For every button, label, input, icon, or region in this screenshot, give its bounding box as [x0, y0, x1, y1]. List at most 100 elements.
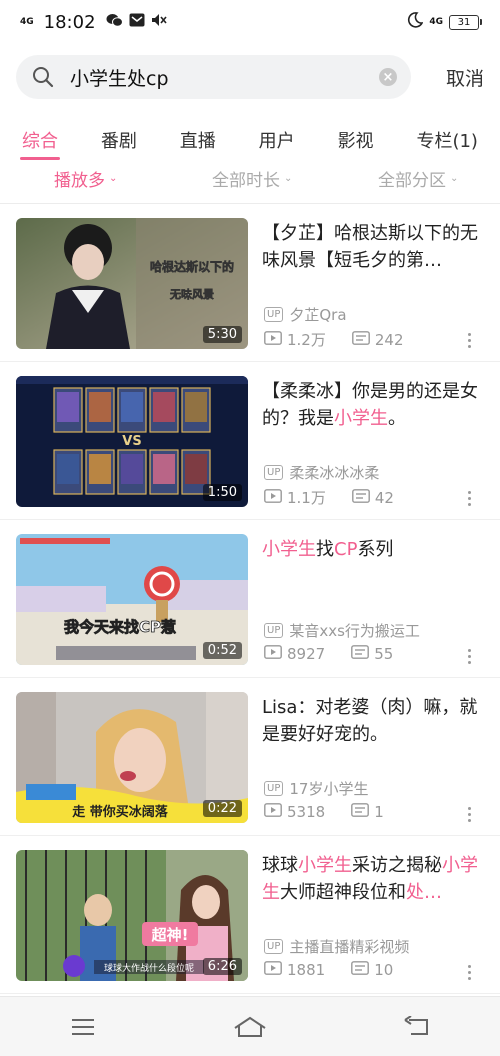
- chevron-down-icon: ⌄: [109, 172, 118, 184]
- danmaku-count: 55: [374, 645, 394, 663]
- play-count-icon: [264, 645, 282, 663]
- thumb-caption: 我今天来找CP惹: [64, 618, 176, 636]
- tab-anime[interactable]: 番剧: [99, 118, 139, 162]
- list-item[interactable]: VS 1:50 【柔柔冰】你是男的还是女的？我是小学生。 UP 柔柔冰冰冰柔 1…: [0, 362, 500, 520]
- video-duration: 5:30: [202, 326, 242, 343]
- danmaku-count: 10: [374, 961, 394, 979]
- menu-icon[interactable]: [53, 1007, 113, 1047]
- video-duration: 0:22: [202, 800, 242, 817]
- video-duration: 1:50: [202, 484, 242, 501]
- uploader-row[interactable]: UP 17岁小学生: [264, 778, 368, 799]
- video-duration: 0:52: [202, 642, 242, 659]
- stats-row: 5318 1: [264, 803, 484, 821]
- play-count: 8927: [287, 645, 326, 663]
- more-options-icon[interactable]: [468, 807, 472, 822]
- uploader-name: 某音xxs行为搬运工: [289, 622, 420, 640]
- tab-general[interactable]: 综合: [20, 118, 60, 162]
- cancel-button[interactable]: 取消: [446, 64, 484, 91]
- thumb-caption: VS: [122, 434, 141, 449]
- danmaku-icon: [351, 488, 370, 507]
- search-query[interactable]: 小学生处cp: [70, 64, 379, 91]
- chevron-down-icon: ⌄: [450, 172, 459, 184]
- uploader-row[interactable]: UP 柔柔冰冰冰柔: [264, 462, 379, 483]
- message-icon: [129, 13, 145, 31]
- play-count: 1.1万: [287, 489, 326, 507]
- up-badge-icon: UP: [264, 623, 284, 638]
- battery-level: 31: [449, 14, 479, 30]
- play-count-icon: [264, 488, 282, 507]
- danmaku-count: 42: [374, 488, 394, 507]
- play-count-icon: [264, 803, 282, 821]
- thumb-caption: 超神!: [151, 926, 189, 944]
- tab-live[interactable]: 直播: [178, 118, 218, 162]
- play-count-icon: [264, 961, 282, 979]
- network-indicator-left: 4G: [20, 16, 34, 27]
- thumb-caption: 走 带你买冰阔落: [72, 804, 169, 820]
- more-options-icon[interactable]: [468, 333, 472, 348]
- system-nav-bar: [0, 996, 500, 1056]
- filter-label: 播放多: [54, 170, 105, 191]
- more-options-icon[interactable]: [468, 491, 472, 506]
- video-thumbnail[interactable]: 走 带你买冰阔落 0:22: [16, 692, 248, 823]
- danmaku-count: 1: [374, 803, 384, 821]
- stats-row: 1881 10: [264, 961, 484, 979]
- search-input[interactable]: 小学生处cp ×: [16, 55, 411, 99]
- video-title[interactable]: 小学生找CP系列: [262, 536, 484, 563]
- video-thumbnail[interactable]: VS 1:50: [16, 376, 248, 507]
- danmaku-icon: [351, 330, 370, 349]
- danmaku-icon: [351, 645, 370, 663]
- video-title[interactable]: 球球小学生采访之揭秘小学生大师超神段位和处…: [262, 852, 484, 906]
- play-count: 1881: [287, 961, 326, 979]
- video-thumbnail[interactable]: 哈根达斯以下的 无味风景 5:30: [16, 218, 248, 349]
- network-indicator-right: 4G: [429, 16, 443, 27]
- up-badge-icon: UP: [264, 465, 284, 480]
- up-badge-icon: UP: [264, 307, 284, 322]
- back-icon[interactable]: [387, 1007, 447, 1047]
- tab-users[interactable]: 用户: [257, 118, 297, 162]
- stats-row: 1.1万 42: [264, 487, 484, 508]
- danmaku-count: 242: [374, 330, 404, 349]
- clear-icon[interactable]: ×: [379, 68, 397, 86]
- filter-most-played[interactable]: 播放多 ⌄: [54, 166, 117, 191]
- list-item[interactable]: 哈根达斯以下的 无味风景 5:30 【夕芷】哈根达斯以下的无味风景【短毛夕的第……: [0, 204, 500, 362]
- video-title[interactable]: Lisa：对老婆（肉）嘛，就是要好好宠的。: [262, 694, 484, 748]
- filter-bar: 播放多 ⌄ 全部时长 ⌄ 全部分区 ⌄: [0, 160, 500, 196]
- filter-duration[interactable]: 全部时长 ⌄: [212, 166, 292, 191]
- list-item[interactable]: 走 带你买冰阔落 0:22 Lisa：对老婆（肉）嘛，就是要好好宠的。 UP 1…: [0, 678, 500, 836]
- more-options-icon[interactable]: [468, 965, 472, 980]
- uploader-row[interactable]: UP 某音xxs行为搬运工: [264, 620, 420, 641]
- uploader-row[interactable]: UP 主播直播精彩视频: [264, 936, 409, 957]
- filter-category[interactable]: 全部分区 ⌄: [378, 166, 458, 191]
- tab-bar: 综合 番剧 直播 用户 影视 专栏(1): [0, 118, 500, 162]
- video-title[interactable]: 【柔柔冰】你是男的还是女的？我是小学生。: [262, 378, 484, 432]
- search-row: 小学生处cp × 取消: [0, 52, 500, 102]
- play-count: 5318: [287, 803, 326, 821]
- video-thumbnail[interactable]: 我今天来找CP惹 0:52: [16, 534, 248, 665]
- video-title[interactable]: 【夕芷】哈根达斯以下的无味风景【短毛夕的第…: [262, 220, 484, 274]
- uploader-name: 17岁小学生: [289, 780, 369, 798]
- uploader-row[interactable]: UP 夕芷Qra: [264, 304, 347, 325]
- clock: 18:02: [43, 11, 96, 33]
- video-thumbnail[interactable]: 超神! 球球大作战什么段位呢 6:26: [16, 850, 248, 981]
- list-item[interactable]: 超神! 球球大作战什么段位呢 6:26 球球小学生采访之揭秘小学生大师超神段位和…: [0, 836, 500, 994]
- tab-movies[interactable]: 影视: [336, 118, 376, 162]
- thumb-caption: 哈根达斯以下的: [150, 259, 234, 274]
- status-bar: 4G 18:02 4G 31: [0, 0, 500, 44]
- more-options-icon[interactable]: [468, 649, 472, 664]
- up-badge-icon: UP: [264, 939, 284, 954]
- stats-row: 1.2万 242: [264, 329, 484, 350]
- play-count-icon: [264, 330, 282, 349]
- tab-articles[interactable]: 专栏(1): [414, 118, 480, 162]
- wechat-icon: [106, 13, 123, 32]
- thumb-caption: 无味风景: [169, 287, 214, 301]
- filter-label: 全部分区: [378, 170, 446, 191]
- chevron-down-icon: ⌄: [284, 172, 293, 184]
- video-duration: 6:26: [202, 958, 242, 975]
- up-badge-icon: UP: [264, 781, 284, 796]
- play-count: 1.2万: [287, 331, 326, 349]
- stats-row: 8927 55: [264, 645, 484, 663]
- list-item[interactable]: 我今天来找CP惹 0:52 小学生找CP系列 UP 某音xxs行为搬运工 892…: [0, 520, 500, 678]
- home-icon[interactable]: [220, 1007, 280, 1047]
- moon-icon: [407, 12, 424, 32]
- filter-label: 全部时长: [212, 170, 280, 191]
